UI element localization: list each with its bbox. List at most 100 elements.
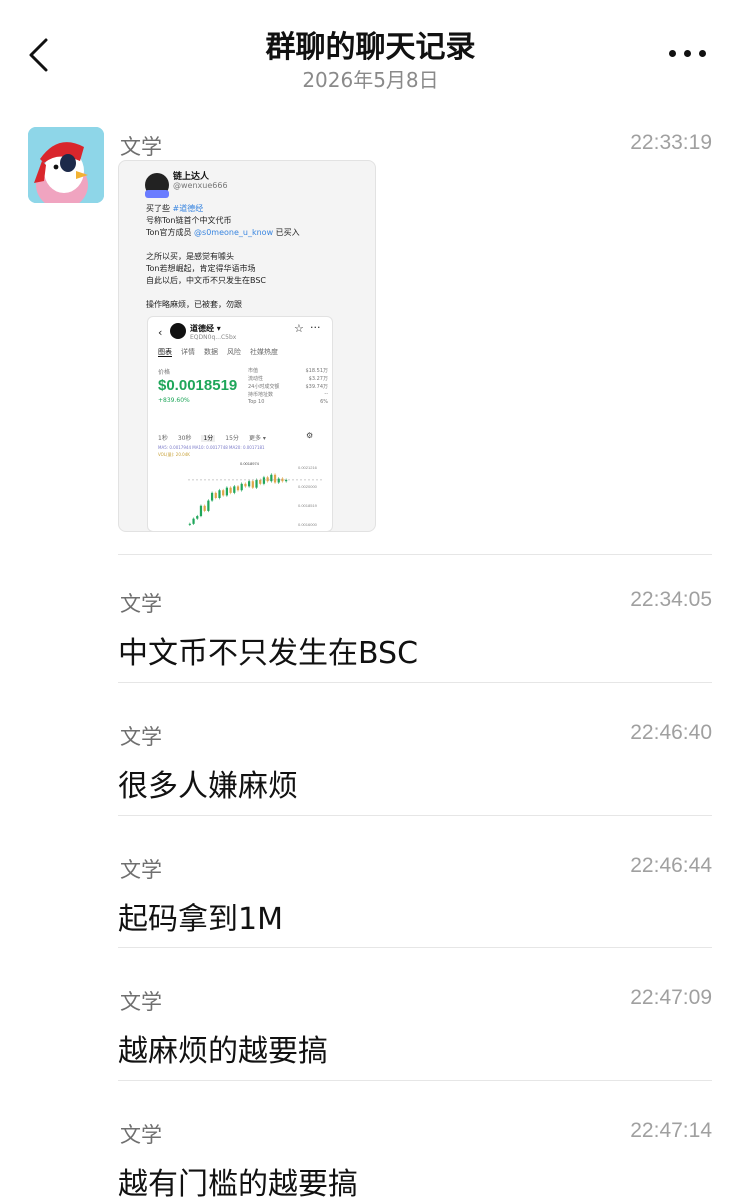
interval-option: 1分 bbox=[201, 435, 216, 442]
sender-name: 文学 bbox=[120, 592, 162, 616]
token-price: $0.0018519 bbox=[158, 377, 238, 394]
message-text: 越有门槛的越要搞 bbox=[118, 1167, 358, 1199]
candle-body bbox=[222, 490, 225, 496]
header: 群聊的聊天记录 2026年5月8日 bbox=[0, 0, 741, 110]
stat-value: $18.51万 bbox=[305, 368, 329, 374]
token-stats: 市值 $18.51万 流动性 $3.27万 24小时成交额 $39.74万 持币地址数 -- T… bbox=[248, 367, 328, 407]
sender-name: 文学 bbox=[120, 135, 162, 159]
candle-body bbox=[192, 518, 195, 524]
candle-body bbox=[255, 479, 258, 488]
y-tick-label: 0.0018519 bbox=[298, 503, 318, 508]
post-text: 操作略麻烦，已被套，勿跟 bbox=[146, 300, 242, 309]
post-link: @s0meone_u_know bbox=[194, 228, 274, 237]
candle-body bbox=[229, 487, 232, 493]
interval-option: 更多 ▾ bbox=[248, 435, 266, 442]
candle-body bbox=[259, 479, 262, 484]
token-tab: 风险 bbox=[227, 348, 241, 356]
ma-line: MA5: 0.0017944 MA10: 0.0017748 MA20: 0.0… bbox=[158, 445, 265, 450]
message-text: 很多人嫌麻烦 bbox=[118, 769, 298, 804]
candle-body bbox=[225, 487, 228, 496]
stat-label: 持币地址数 bbox=[248, 392, 274, 398]
post-text: 自此以后，中文币不只发生在BSC bbox=[146, 276, 267, 285]
interval-option: 30秒 bbox=[177, 435, 192, 442]
price-change: +839.60% bbox=[158, 397, 190, 404]
candle-body bbox=[196, 516, 199, 519]
post-line: 操作略麻烦，已被套，勿跟 bbox=[146, 299, 242, 310]
y-tick-label: 0.0016000 bbox=[298, 522, 318, 527]
token-tab: 社媒热度 bbox=[250, 348, 278, 356]
post-text: Ton官方成员 bbox=[146, 228, 195, 237]
stat-label: Top 10 bbox=[248, 399, 265, 405]
message-text: 中文币不只发生在BSC bbox=[118, 636, 419, 671]
message-text: 越麻烦的越要搞 bbox=[118, 1034, 328, 1069]
candle-body bbox=[199, 505, 203, 517]
post-line: Ton官方成员 @s0meone_u_know 已买入 bbox=[146, 227, 300, 238]
interval-selector: 1秒 30秒 1分 15分 更多 ▾ bbox=[158, 433, 276, 442]
message-item: 文学 22:33:19 bbox=[118, 131, 712, 159]
message-time: 22:34:05 bbox=[630, 588, 712, 611]
penguin-avatar-icon bbox=[28, 127, 104, 203]
more-dots-icon: ··· bbox=[310, 321, 321, 334]
stat-label: 流动性 bbox=[248, 376, 264, 382]
token-tab: 图表 bbox=[158, 348, 172, 357]
divider bbox=[118, 1080, 712, 1081]
candle-body bbox=[244, 483, 247, 487]
token-name: 道德经 ▾ bbox=[190, 324, 221, 333]
post-line: 号称Ton链首个中文代币 bbox=[146, 215, 232, 226]
candle-body bbox=[270, 474, 273, 482]
candle-body bbox=[240, 483, 243, 491]
avatar[interactable] bbox=[28, 127, 104, 203]
candle-body bbox=[203, 505, 206, 511]
candle-body bbox=[207, 500, 210, 511]
token-tab: 详情 bbox=[181, 348, 195, 356]
post-text: Ton若想崛起，肯定得华语市场 bbox=[146, 264, 256, 273]
message-time: 22:33:19 bbox=[630, 131, 712, 154]
message-image[interactable]: 链上达人 @wenxue666 买了些 #道德经 号称Ton链首个中文代币 Ton官… bbox=[118, 160, 376, 532]
message-item: 文学 22:47:09 越麻烦的越要搞 bbox=[118, 986, 712, 1069]
stat-row: 24小时成交额 $39.74万 bbox=[248, 383, 328, 391]
message-item: 文学 22:47:14 越有门槛的越要搞 bbox=[118, 1119, 712, 1199]
divider bbox=[118, 815, 712, 816]
candle-body bbox=[218, 490, 221, 498]
price-label: 价格 bbox=[158, 369, 171, 376]
candle-body bbox=[266, 477, 269, 482]
sender-name: 文学 bbox=[120, 858, 162, 882]
divider bbox=[118, 554, 712, 555]
post-line: Ton若想崛起，肯定得华语市场 bbox=[146, 263, 256, 274]
candle-body bbox=[262, 477, 266, 484]
stat-value: 6% bbox=[320, 399, 328, 405]
interval-option: 1秒 bbox=[158, 435, 168, 442]
post-text: 之所以买，是感觉有噱头 bbox=[146, 252, 234, 261]
message-item: 文学 22:46:44 起码拿到1M bbox=[118, 854, 712, 937]
more-dots-icon[interactable] bbox=[665, 38, 713, 68]
interval-option: 15分 bbox=[225, 435, 239, 442]
post-author-handle: @wenxue666 bbox=[173, 181, 228, 190]
stat-value: $39.74万 bbox=[305, 384, 329, 390]
candle-body bbox=[236, 486, 240, 491]
page-date: 2026年5月8日 bbox=[302, 68, 439, 92]
page-title: 群聊的聊天记录 bbox=[265, 30, 476, 65]
candle-body bbox=[251, 481, 254, 488]
token-card: ‹ 道德经 ▾ EQDN0q...C5bx ☆ ··· 图表 详情 数据 风险 社媒热度… bbox=[147, 316, 333, 531]
token-tabs: 图表 详情 数据 风险 社媒热度 bbox=[158, 347, 287, 357]
post-line: 之所以买，是感觉有噱头 bbox=[146, 251, 234, 262]
message-time: 22:46:40 bbox=[630, 721, 712, 744]
stat-label: 24小时成交额 bbox=[248, 384, 280, 390]
message-text: 起码拿到1M bbox=[118, 902, 283, 937]
y-tick-label: 0.0020000 bbox=[298, 484, 318, 489]
token-tab: 数据 bbox=[204, 348, 218, 356]
candle-body bbox=[188, 523, 191, 525]
candle-body bbox=[210, 492, 214, 501]
message-time: 22:47:09 bbox=[630, 986, 712, 1009]
post-text: 已买入 bbox=[273, 228, 300, 237]
message-time: 22:46:44 bbox=[630, 854, 712, 877]
message-item: 文学 22:46:40 很多人嫌麻烦 bbox=[118, 721, 712, 804]
star-icon: ☆ bbox=[294, 322, 304, 335]
stat-row: 市值 $18.51万 bbox=[248, 367, 328, 375]
candle-body bbox=[248, 481, 251, 487]
post-line: 自此以后，中文币不只发生在BSC bbox=[146, 275, 266, 286]
stat-row: 持币地址数 -- bbox=[248, 391, 328, 399]
sender-name: 文学 bbox=[120, 990, 162, 1014]
stat-value: $3.27万 bbox=[308, 376, 328, 382]
sender-name: 文学 bbox=[120, 725, 162, 749]
